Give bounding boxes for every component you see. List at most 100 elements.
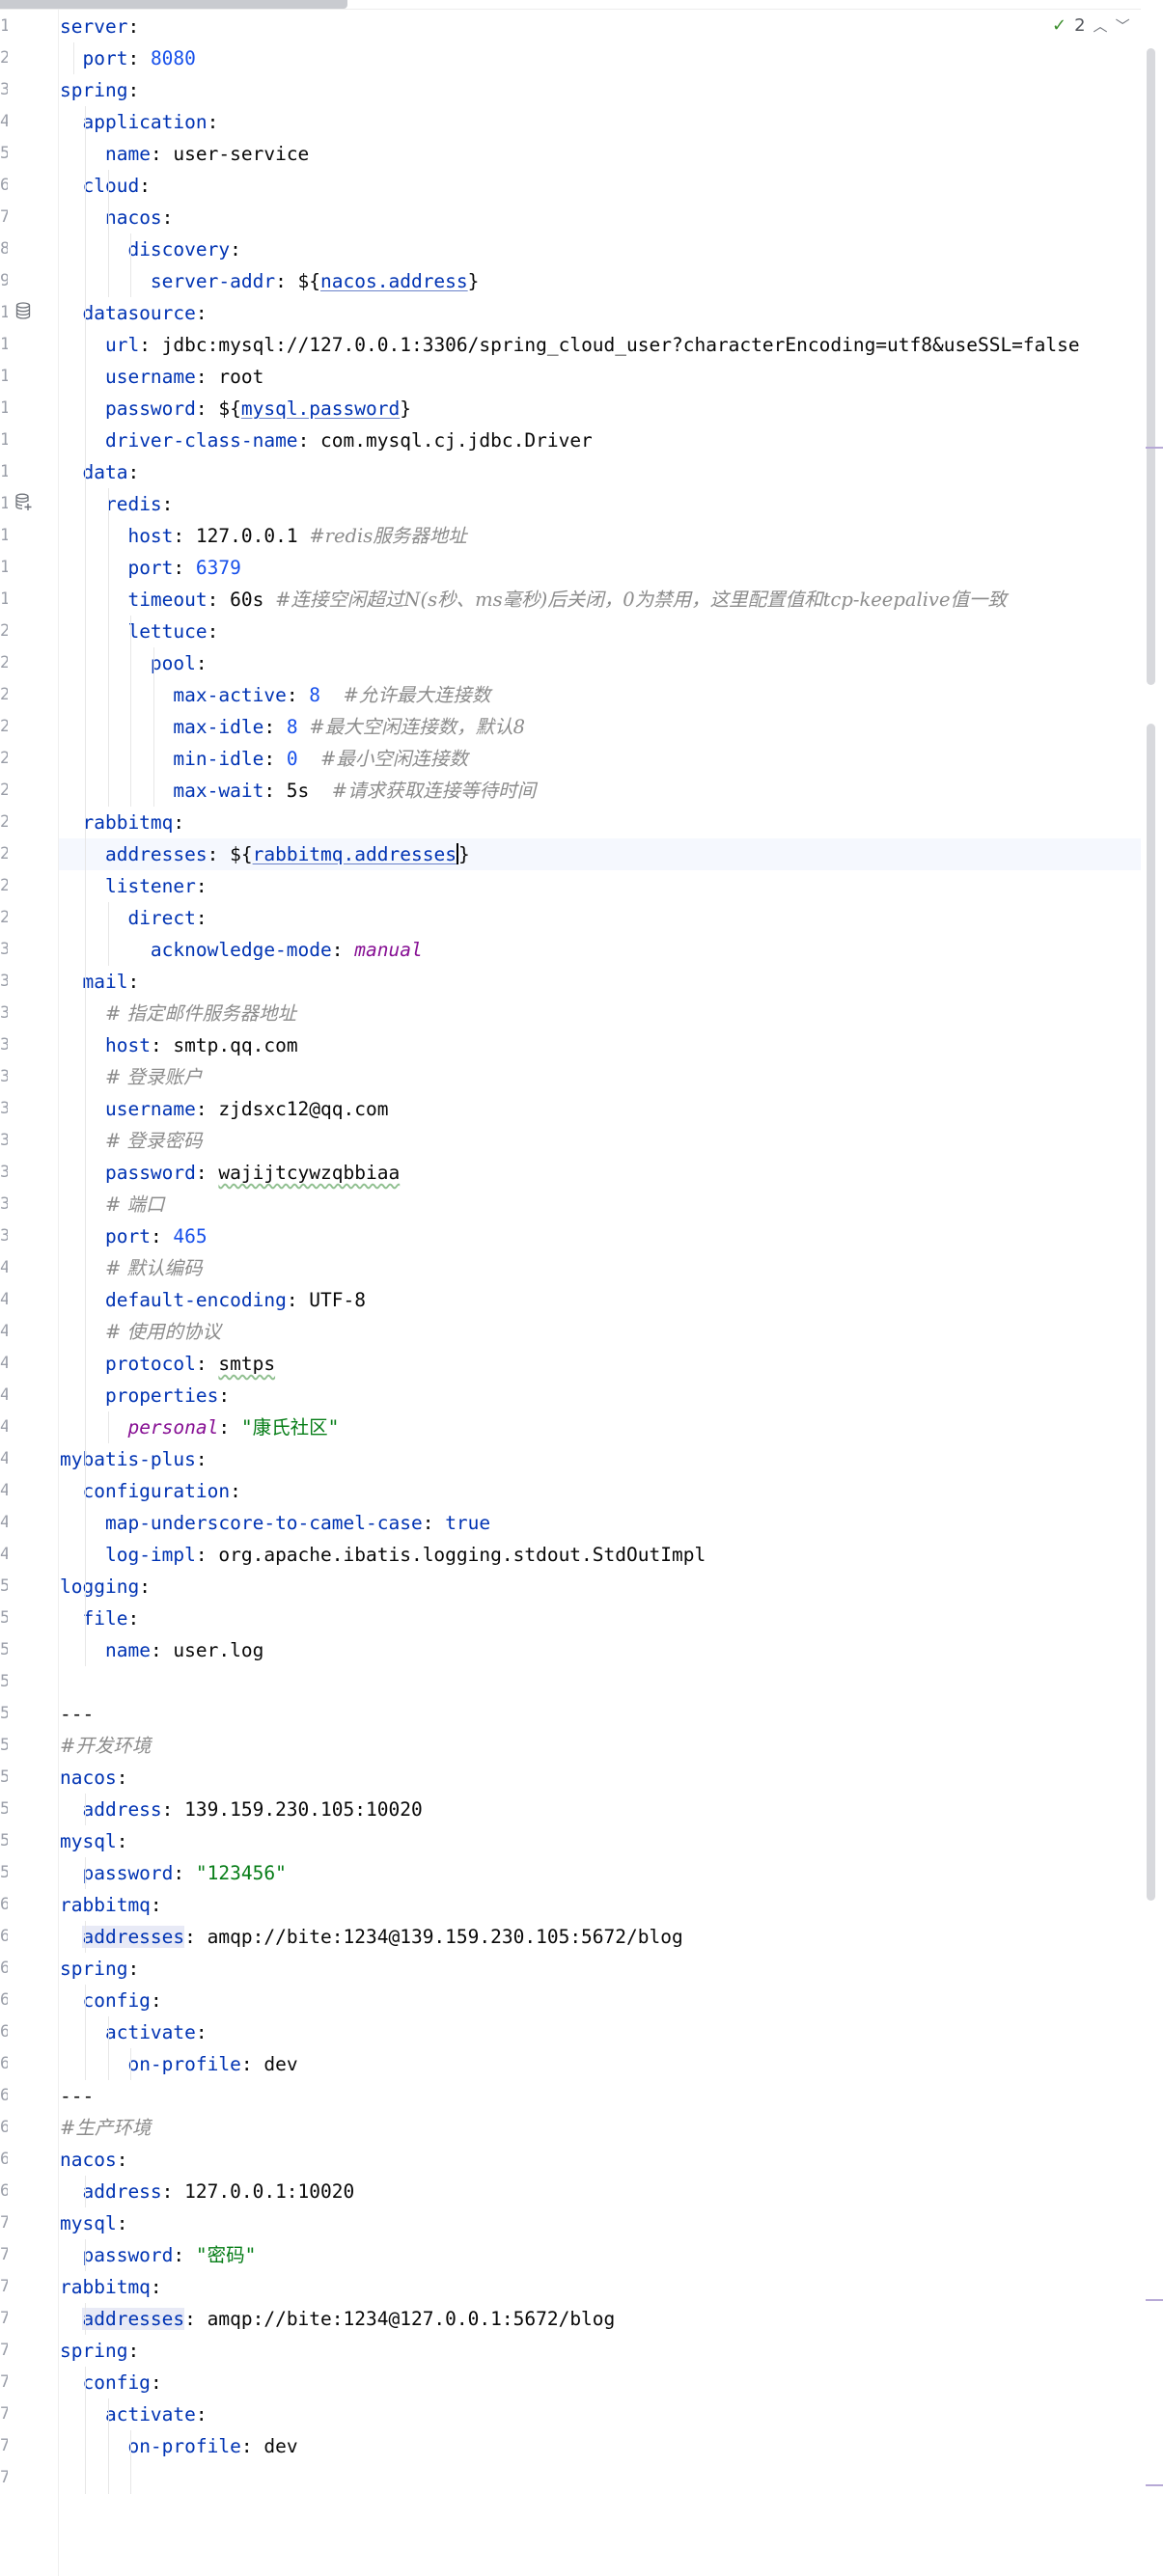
code-line[interactable]: timeout: 60s #连接空闲超过N(s秒、ms毫秒)后关闭，0为禁用，这… bbox=[60, 584, 1007, 616]
line-number[interactable]: 19 bbox=[0, 584, 8, 616]
line-number[interactable]: 33 bbox=[0, 1029, 8, 1061]
line-number[interactable]: 40 bbox=[0, 1252, 8, 1284]
line-number[interactable]: 3 bbox=[0, 74, 8, 106]
line-number[interactable]: 70 bbox=[0, 2207, 8, 2239]
line-number[interactable]: 35 bbox=[0, 1093, 8, 1125]
code-line[interactable]: datasource: bbox=[60, 297, 207, 329]
line-number[interactable]: 60 bbox=[0, 1889, 8, 1921]
code-line[interactable]: cloud: bbox=[60, 170, 150, 202]
chevron-up-icon[interactable]: ︿ bbox=[1094, 15, 1108, 36]
code-line[interactable]: addresses: ${rabbitmq.addresses} bbox=[59, 838, 1141, 870]
code-line[interactable]: port: 8080 bbox=[60, 42, 195, 74]
line-number[interactable]: 15 bbox=[0, 456, 8, 488]
line-number[interactable]: 11 bbox=[0, 329, 8, 361]
line-number[interactable]: 51 bbox=[0, 1603, 8, 1634]
code-line[interactable]: nacos: bbox=[60, 202, 173, 233]
code-line[interactable]: activate: bbox=[60, 2398, 208, 2430]
code-line[interactable]: direct: bbox=[60, 902, 207, 934]
vertical-scrollbar[interactable] bbox=[1142, 39, 1163, 2576]
line-number[interactable]: 77 bbox=[0, 2430, 8, 2462]
code-line[interactable]: --- bbox=[60, 1698, 94, 1730]
line-number[interactable]: 9 bbox=[0, 265, 8, 297]
line-number[interactable]: 17 bbox=[0, 520, 8, 552]
line-number[interactable]: 56 bbox=[0, 1762, 8, 1794]
code-line[interactable]: # 默认编码 bbox=[60, 1252, 203, 1284]
line-number[interactable]: 74 bbox=[0, 2335, 8, 2367]
line-number[interactable]: 22 bbox=[0, 679, 8, 711]
line-number[interactable]: 21 bbox=[0, 647, 8, 679]
line-number[interactable]: 39 bbox=[0, 1220, 8, 1252]
line-number[interactable]: 28 bbox=[0, 870, 8, 902]
code-line[interactable]: # 登录账户 bbox=[60, 1061, 203, 1093]
line-number[interactable]: 76 bbox=[0, 2398, 8, 2430]
line-number[interactable]: 68 bbox=[0, 2144, 8, 2176]
line-number[interactable]: 1 bbox=[0, 11, 8, 42]
code-line[interactable]: driver-class-name: com.mysql.cj.jdbc.Dri… bbox=[60, 425, 593, 456]
code-line[interactable]: default-encoding: UTF-8 bbox=[60, 1284, 366, 1316]
code-line[interactable]: name: user-service bbox=[60, 138, 309, 170]
line-number[interactable]: 42 bbox=[0, 1316, 8, 1348]
code-line[interactable]: spring: bbox=[60, 1953, 139, 1985]
line-number[interactable]: 57 bbox=[0, 1794, 8, 1825]
code-line[interactable]: password: "123456" bbox=[60, 1857, 286, 1889]
line-number[interactable]: 78 bbox=[0, 2462, 8, 2494]
code-line[interactable]: address: 127.0.0.1:10020 bbox=[60, 2176, 354, 2207]
line-number[interactable]: 10 bbox=[0, 297, 8, 329]
code-line[interactable]: mybatis-plus: bbox=[60, 1443, 208, 1475]
code-line[interactable]: max-idle: 8 #最大空闲连接数，默认8 bbox=[60, 711, 525, 743]
code-line[interactable]: server: bbox=[60, 11, 139, 42]
code-line[interactable]: max-active: 8 #允许最大连接数 bbox=[60, 679, 490, 711]
line-number[interactable]: 44 bbox=[0, 1380, 8, 1411]
code-line[interactable]: activate: bbox=[60, 2016, 208, 2048]
code-line[interactable]: config: bbox=[60, 2367, 161, 2398]
line-number[interactable]: 59 bbox=[0, 1857, 8, 1889]
line-number[interactable]: 23 bbox=[0, 711, 8, 743]
code-line[interactable]: addresses: amqp://bite:1234@127.0.0.1:56… bbox=[60, 2303, 615, 2335]
line-number[interactable]: 48 bbox=[0, 1507, 8, 1539]
chevron-down-icon[interactable]: ﹀ bbox=[1116, 15, 1130, 36]
line-number[interactable]: 18 bbox=[0, 552, 8, 584]
code-line[interactable]: addresses: amqp://bite:1234@139.159.230.… bbox=[60, 1921, 683, 1953]
line-number[interactable]: 32 bbox=[0, 998, 8, 1029]
code-line[interactable]: port: 465 bbox=[60, 1220, 208, 1252]
code-line[interactable]: server-addr: ${nacos.address} bbox=[60, 265, 479, 297]
line-number[interactable]: 6 bbox=[0, 170, 8, 202]
check-icon[interactable]: ✓ bbox=[1052, 15, 1066, 36]
line-number[interactable]: 49 bbox=[0, 1539, 8, 1571]
code-line[interactable]: application: bbox=[60, 106, 218, 138]
line-number[interactable]: 52 bbox=[0, 1634, 8, 1666]
line-number[interactable]: 4 bbox=[0, 106, 8, 138]
code-line[interactable]: config: bbox=[60, 1985, 161, 2016]
line-number[interactable]: 5 bbox=[0, 138, 8, 170]
code-line[interactable]: min-idle: 0 #最小空闲连接数 bbox=[60, 743, 467, 775]
code-line[interactable]: listener: bbox=[60, 870, 208, 902]
code-line[interactable]: name: user.log bbox=[60, 1634, 263, 1666]
code-line[interactable]: configuration: bbox=[60, 1475, 240, 1507]
line-number[interactable]: 20 bbox=[0, 616, 8, 647]
scrollbar-thumb-lower[interactable] bbox=[1147, 724, 1155, 1901]
line-number[interactable]: 25 bbox=[0, 775, 8, 807]
line-number[interactable]: 47 bbox=[0, 1475, 8, 1507]
code-line[interactable]: nacos: bbox=[60, 2144, 127, 2176]
line-number[interactable]: 30 bbox=[0, 934, 8, 966]
line-number[interactable]: 55 bbox=[0, 1730, 8, 1762]
line-number[interactable]: 58 bbox=[0, 1825, 8, 1857]
code-line[interactable]: password: ${mysql.password} bbox=[60, 393, 411, 425]
line-number[interactable]: 65 bbox=[0, 2048, 8, 2080]
line-number[interactable]: 54 bbox=[0, 1698, 8, 1730]
code-line[interactable]: rabbitmq: bbox=[60, 2271, 162, 2303]
code-line[interactable]: # 登录密码 bbox=[60, 1125, 203, 1157]
line-number[interactable]: 24 bbox=[0, 743, 8, 775]
database-icon[interactable] bbox=[14, 301, 33, 320]
line-number[interactable]: 72 bbox=[0, 2271, 8, 2303]
line-number[interactable]: 13 bbox=[0, 393, 8, 425]
error-stripe-mark[interactable] bbox=[1146, 2484, 1163, 2486]
line-number[interactable]: 7 bbox=[0, 202, 8, 233]
code-line[interactable]: protocol: smtps bbox=[60, 1348, 275, 1380]
code-line[interactable]: pool: bbox=[60, 647, 208, 679]
code-line[interactable]: redis: bbox=[60, 488, 173, 520]
line-number[interactable]: 2 bbox=[0, 42, 8, 74]
line-number[interactable]: 46 bbox=[0, 1443, 8, 1475]
code-line[interactable]: host: smtp.qq.com bbox=[60, 1029, 298, 1061]
error-stripe-mark[interactable] bbox=[1146, 2299, 1163, 2301]
